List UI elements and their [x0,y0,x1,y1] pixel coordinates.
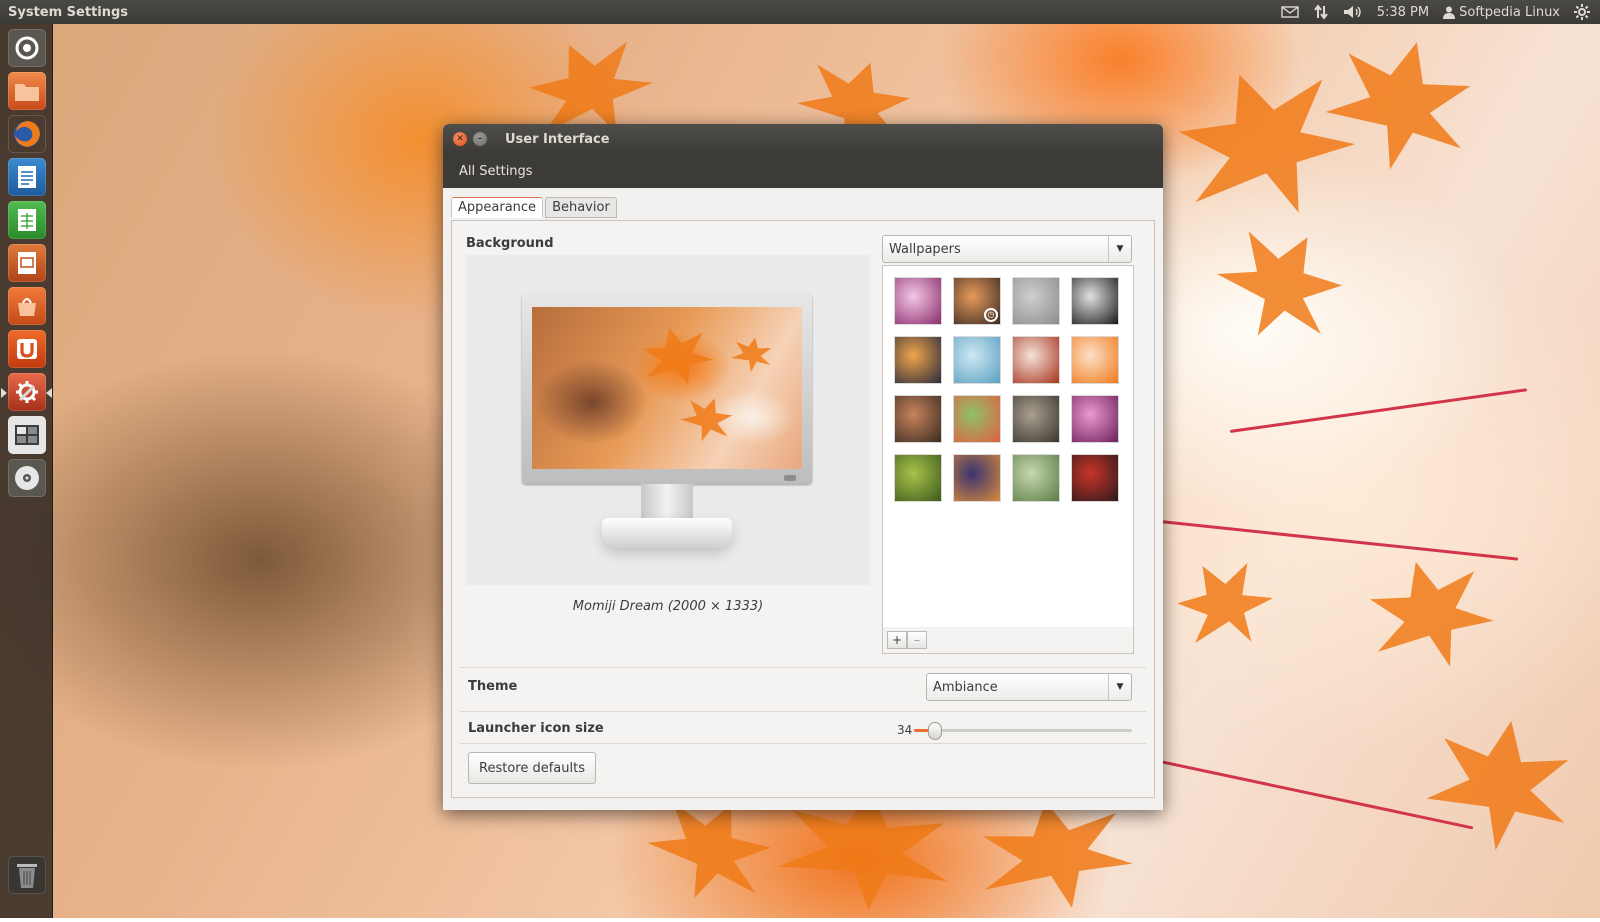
workspace-switcher-icon[interactable] [8,416,46,454]
clock-time[interactable]: 5:38 PM [1377,5,1429,20]
wallpaper-preview-image [532,307,802,469]
wallpaper-thumb-red-music[interactable] [1072,455,1118,501]
ubuntu-one-icon[interactable] [8,330,46,368]
wallpaper-thumb-hills-dusk[interactable] [895,396,941,442]
wallpaper-grid: ◷ [882,265,1134,629]
restore-defaults-button[interactable]: Restore defaults [468,752,596,784]
launcher-icon-size-label: Launcher icon size [468,721,604,736]
decor-leaf [676,390,738,449]
wallpaper-thumb-pink-bokeh[interactable] [1072,396,1118,442]
unity-launcher [0,24,53,918]
focused-app-indicator [46,388,52,398]
user-menu[interactable]: Softpedia Linux [1443,5,1560,20]
divider [460,711,1146,712]
window-titlebar[interactable]: ✕ – User Interface [443,124,1163,154]
active-app-indicator [1,388,7,398]
launcher-icon-size-value: 34 [897,723,913,737]
session-gear-icon[interactable] [1574,4,1590,20]
libreoffice-writer-icon[interactable] [8,158,46,196]
decor-leaf [1201,207,1360,362]
chevron-down-icon: ▼ [1108,674,1131,700]
wallpaper-thumb-blue-ice[interactable] [954,337,1000,383]
decor-leaf [1159,45,1370,244]
wallpaper-thumb-green-bokeh[interactable] [895,455,941,501]
monitor-frame [522,294,812,484]
files-folder-icon[interactable] [8,72,46,110]
volume-icon[interactable] [1343,5,1363,19]
wallpaper-thumb-purple-glow[interactable] [895,278,941,324]
launcher-icon-size-slider[interactable] [914,722,1132,740]
wallpaper-thumb-autumn-road[interactable] [1013,337,1059,383]
wallpaper-thumb-pen-nib[interactable] [1013,396,1059,442]
libreoffice-impress-icon[interactable] [8,244,46,282]
decor-branch [1159,520,1519,561]
optical-drive-icon[interactable] [8,459,46,497]
user-icon [1443,6,1456,19]
background-preview [466,255,870,585]
remove-wallpaper-button[interactable]: – [907,631,927,649]
window-toolbar: All Settings [443,154,1163,188]
trash-icon[interactable] [8,856,46,894]
wallpaper-source-select[interactable]: Wallpapers ▼ [882,235,1132,263]
window-title: User Interface [505,131,610,147]
wallpaper-thumb-maple-leaf[interactable] [1072,337,1118,383]
monitor-base [602,518,732,548]
user-name: Softpedia Linux [1459,4,1560,20]
wallpaper-thumb-desert-dusk[interactable]: ◷ [954,278,1000,324]
minimize-icon[interactable]: – [473,132,487,146]
theme-value: Ambiance [933,679,998,695]
software-center-icon[interactable] [8,287,46,325]
active-app-title: System Settings [8,4,129,20]
tab-appearance[interactable]: Appearance [451,197,544,218]
monitor-stand [641,484,693,520]
tab-bar: Appearance Behavior [451,197,619,218]
wallpaper-thumb-bw-pattern[interactable] [1072,278,1118,324]
user-interface-window: ✕ – User Interface All Settings Appearan… [443,124,1163,810]
decor-leaf [1358,546,1502,683]
background-label: Background [466,236,554,251]
wallpaper-thumb-sunset-plain[interactable] [895,337,941,383]
network-icon[interactable] [1313,4,1329,20]
mail-icon[interactable] [1281,6,1299,18]
all-settings-button[interactable]: All Settings [457,160,535,183]
decor-branch [1159,760,1474,830]
system-settings-icon[interactable] [8,373,46,411]
chevron-down-icon: ▼ [1108,236,1131,262]
wallpaper-list-toolbar: + – [882,627,1134,654]
wallpaper-source-value: Wallpapers [889,241,961,257]
decor-leaf [1420,709,1580,861]
appearance-panel: Background Momiji Dream (2000 × 1333) Wa… [451,220,1155,798]
dash-home-icon[interactable] [8,29,46,67]
decor-branch [1229,388,1528,433]
indicator-tray: 5:38 PM Softpedia Linux [1281,0,1600,24]
add-wallpaper-button[interactable]: + [887,631,907,649]
wallpaper-thumb-night-fox[interactable] [954,455,1000,501]
clock-icon: ◷ [984,308,998,322]
firefox-icon[interactable] [8,115,46,153]
monitor-power-led [784,475,796,481]
decor-leaf [635,319,718,395]
theme-label: Theme [468,679,518,694]
divider [460,667,1146,668]
slider-handle[interactable] [927,722,942,740]
decor-leaf [729,334,774,375]
wallpaper-caption: Momiji Dream (2000 × 1333) [572,599,764,614]
close-icon[interactable]: ✕ [453,132,467,146]
theme-select[interactable]: Ambiance ▼ [926,673,1132,701]
libreoffice-calc-icon[interactable] [8,201,46,239]
tab-behavior[interactable]: Behavior [545,197,617,218]
wallpaper-thumb-tall-grass[interactable] [1013,455,1059,501]
wallpaper-thumb-poppy-field[interactable] [954,396,1000,442]
top-panel: System Settings 5:38 PM Softpedia Linux [0,0,1600,24]
decor-leaf [1316,24,1485,186]
divider [460,743,1146,744]
decor-leaf [1164,544,1287,667]
wallpaper-thumb-grey-fog[interactable] [1013,278,1059,324]
